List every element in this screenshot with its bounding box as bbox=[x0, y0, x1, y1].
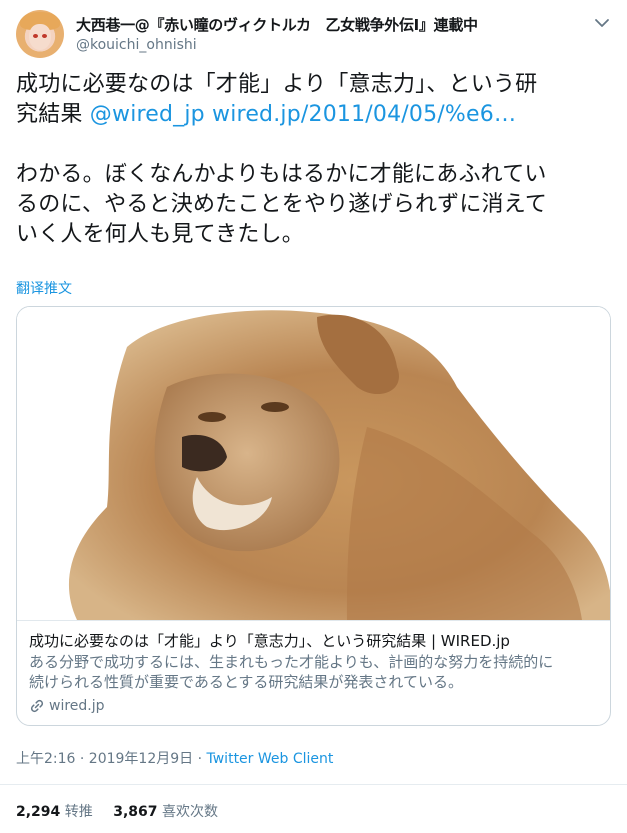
card-title[interactable]: 成功に必要なのは「才能」より「意志力」、という研究結果 | WIRED.jp bbox=[29, 631, 596, 651]
likes-label: 喜欢次数 bbox=[161, 804, 218, 820]
timestamp[interactable]: 上午2:16 · 2019年12月9日 · bbox=[16, 751, 207, 767]
avatar-eye-left bbox=[33, 34, 38, 38]
tweet-line-text: 究結果 bbox=[16, 102, 90, 127]
avatar-eye-right bbox=[42, 34, 47, 38]
likes-stat[interactable]: 3,867 喜欢次数 bbox=[113, 804, 218, 820]
chevron-down-icon[interactable] bbox=[593, 16, 611, 30]
tweet-line: るのに、やると決めたことをやり遂げられずに消えて bbox=[16, 192, 548, 217]
tweet-meta: 上午2:16 · 2019年12月9日 · Twitter Web Client bbox=[16, 748, 333, 768]
tweet-header: 大西巷一@『赤い瞳のヴィクトルカ 乙女戦争外伝Ⅰ』連載中 @kouichi_oh… bbox=[16, 10, 611, 60]
link-card[interactable]: 成功に必要なのは「才能」より「意志力」、という研究結果 | WIRED.jp あ… bbox=[16, 306, 611, 726]
client-link[interactable]: Twitter Web Client bbox=[207, 751, 334, 767]
avatar[interactable] bbox=[16, 10, 64, 58]
card-description-line: ある分野で成功するには、生まれもった才能よりも、計画的な努力を持続的に bbox=[29, 653, 554, 671]
mention-link[interactable]: @wired_jp bbox=[90, 102, 205, 127]
tweet-stats: 2,294 转推 3,867 喜欢次数 bbox=[16, 801, 234, 821]
user-info[interactable]: 大西巷一@『赤い瞳のヴィクトルカ 乙女戦争外伝Ⅰ』連載中 @kouichi_oh… bbox=[76, 14, 478, 53]
card-description-line: 続けられる性質が重要であるとする研究結果が発表されている。 bbox=[29, 673, 463, 691]
display-name[interactable]: 大西巷一@『赤い瞳のヴィクトルカ 乙女戦争外伝Ⅰ』連載中 bbox=[76, 14, 478, 35]
tweet-text: 成功に必要なのは「才能」より「意志力」、という研 究結果 @wired_jp w… bbox=[16, 70, 606, 250]
avatar-face bbox=[29, 24, 51, 50]
retweets-label: 转推 bbox=[64, 804, 93, 820]
translate-tweet-link[interactable]: 翻译推文 bbox=[16, 278, 72, 298]
retweets-stat[interactable]: 2,294 转推 bbox=[16, 804, 93, 820]
card-domain[interactable]: wired.jp bbox=[29, 698, 596, 714]
likes-count: 3,867 bbox=[113, 804, 158, 820]
card-description: ある分野で成功するには、生まれもった才能よりも、計画的な努力を持続的に 続けられ… bbox=[29, 652, 596, 692]
tweet-line: いく人を何人も見てきたし。 bbox=[16, 222, 304, 247]
url-link[interactable]: wired.jp/2011/04/05/%e6… bbox=[212, 102, 516, 127]
card-domain-text: wired.jp bbox=[49, 698, 105, 714]
tweet-line: 成功に必要なのは「才能」より「意志力」、という研 bbox=[16, 72, 538, 97]
tweet-line: 究結果 @wired_jp wired.jp/2011/04/05/%e6… bbox=[16, 100, 606, 130]
link-icon bbox=[30, 699, 44, 713]
card-body[interactable]: 成功に必要なのは「才能」より「意志力」、という研究結果 | WIRED.jp あ… bbox=[17, 620, 610, 725]
user-handle[interactable]: @kouichi_ohnishi bbox=[76, 37, 478, 53]
retweets-count: 2,294 bbox=[16, 804, 61, 820]
divider bbox=[0, 784, 627, 785]
card-image-lion[interactable] bbox=[17, 307, 611, 620]
tweet-line: わかる。ぼくなんかよりもはるかに才能にあふれてい bbox=[16, 162, 547, 187]
